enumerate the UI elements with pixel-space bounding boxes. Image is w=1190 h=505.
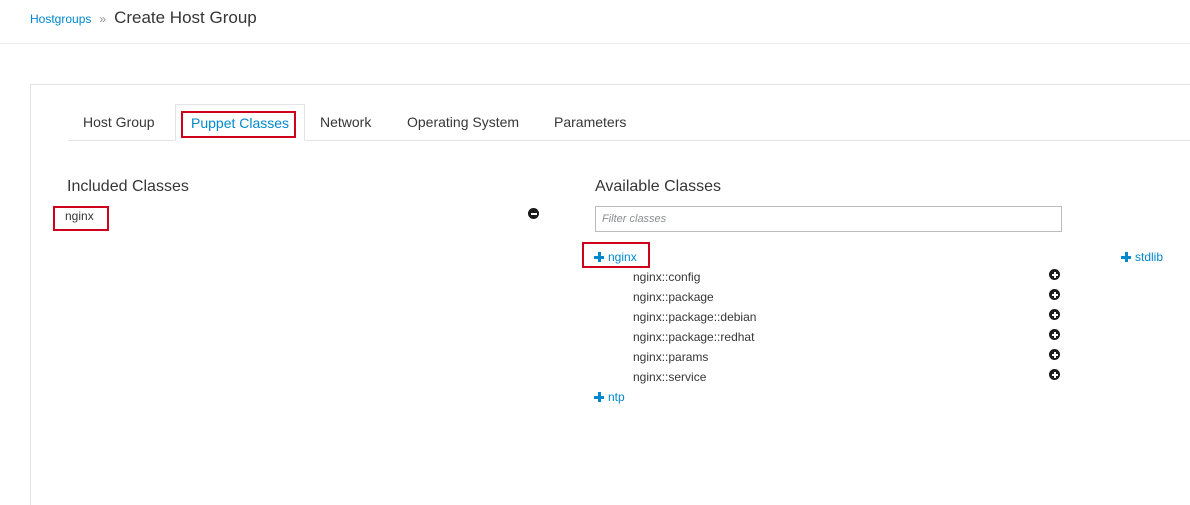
available-class-item: nginx::config — [633, 270, 701, 284]
plus-circle-icon[interactable] — [1049, 369, 1060, 380]
available-class-item: nginx::package::debian — [633, 310, 757, 324]
plus-circle-icon[interactable] — [1049, 289, 1060, 300]
available-group-ntp[interactable]: ntp — [594, 390, 625, 404]
available-classes-title: Available Classes — [595, 178, 721, 195]
plus-icon — [594, 252, 604, 262]
included-classes-title: Included Classes — [67, 178, 189, 195]
available-group-ntp-label: ntp — [608, 390, 625, 404]
tab-network[interactable]: Network — [305, 104, 386, 139]
plus-circle-icon[interactable] — [1049, 329, 1060, 340]
tab-puppet-classes[interactable]: Puppet Classes — [175, 104, 306, 141]
plus-circle-icon[interactable] — [1049, 309, 1060, 320]
minus-circle-icon[interactable] — [528, 208, 539, 219]
plus-icon — [1121, 252, 1131, 262]
breadcrumb-separator: » — [99, 12, 107, 26]
available-class-item: nginx::params — [633, 350, 709, 364]
available-group-stdlib-label: stdlib — [1135, 250, 1164, 264]
tab-bar: Host Group Puppet Classes Network Operat… — [68, 104, 1190, 141]
breadcrumb: Hostgroups » Create Host Group — [30, 8, 257, 28]
tab-operating-system[interactable]: Operating System — [392, 104, 534, 139]
available-group-nginx-label: nginx — [608, 250, 637, 264]
available-class-item: nginx::package::redhat — [633, 330, 755, 344]
available-group-nginx[interactable]: nginx — [594, 250, 637, 264]
available-group-stdlib[interactable]: stdlib — [1121, 250, 1163, 264]
included-class-nginx: nginx — [65, 209, 94, 223]
tab-parameters[interactable]: Parameters — [539, 104, 641, 139]
available-class-item: nginx::service — [633, 370, 707, 384]
available-class-item: nginx::package — [633, 290, 714, 304]
filter-classes-input[interactable] — [595, 206, 1062, 232]
plus-icon — [594, 392, 604, 402]
breadcrumb-hostgroups-link[interactable]: Hostgroups — [30, 12, 91, 26]
plus-circle-icon[interactable] — [1049, 349, 1060, 360]
host-group-form-panel: Host Group Puppet Classes Network Operat… — [30, 84, 1190, 505]
tab-host-group[interactable]: Host Group — [68, 104, 170, 139]
plus-circle-icon[interactable] — [1049, 269, 1060, 280]
header-divider — [0, 43, 1190, 44]
page-title: Create Host Group — [114, 8, 257, 27]
